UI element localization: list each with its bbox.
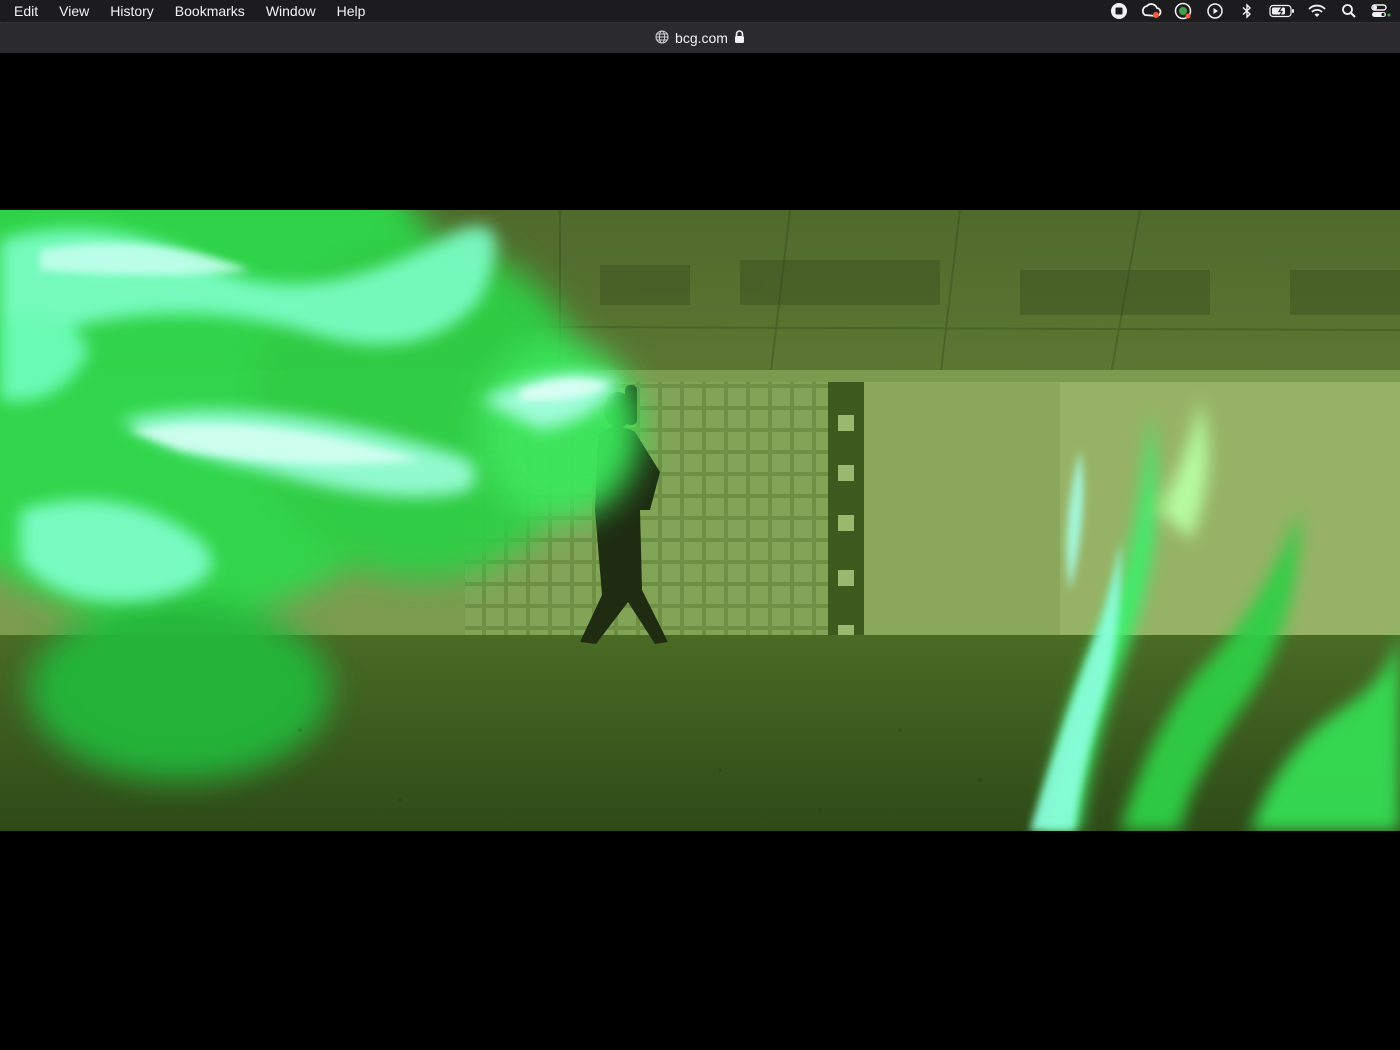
page-content: [0, 53, 1400, 1050]
app-menus: Edit View History Bookmarks Window Help: [14, 0, 386, 22]
menu-bar: Edit View History Bookmarks Window Help: [0, 0, 1400, 22]
video-player[interactable]: [0, 210, 1400, 831]
wifi-icon[interactable]: [1306, 2, 1328, 20]
globe-icon: [655, 29, 669, 47]
creative-cloud-icon[interactable]: [1140, 2, 1162, 20]
menu-bookmarks[interactable]: Bookmarks: [175, 0, 245, 22]
menu-view[interactable]: View: [59, 0, 89, 22]
play-circle-icon[interactable]: [1204, 2, 1226, 20]
address-bar[interactable]: bcg.com: [0, 22, 1400, 53]
menu-window[interactable]: Window: [266, 0, 316, 22]
menu-help[interactable]: Help: [337, 0, 366, 22]
url-text[interactable]: bcg.com: [675, 30, 728, 46]
spotlight-search-icon[interactable]: [1338, 2, 1360, 20]
stop-record-icon[interactable]: [1108, 2, 1130, 20]
control-center-icon[interactable]: [1370, 2, 1392, 20]
url-display[interactable]: bcg.com: [655, 29, 745, 47]
video-frame-image: [0, 210, 1400, 831]
menu-edit[interactable]: Edit: [14, 0, 38, 22]
app-status-icon[interactable]: [1172, 2, 1194, 20]
lock-icon: [734, 29, 745, 47]
bluetooth-icon[interactable]: [1236, 2, 1258, 20]
menu-history[interactable]: History: [110, 0, 154, 22]
status-area: [1098, 2, 1392, 20]
battery-icon[interactable]: [1268, 2, 1296, 20]
